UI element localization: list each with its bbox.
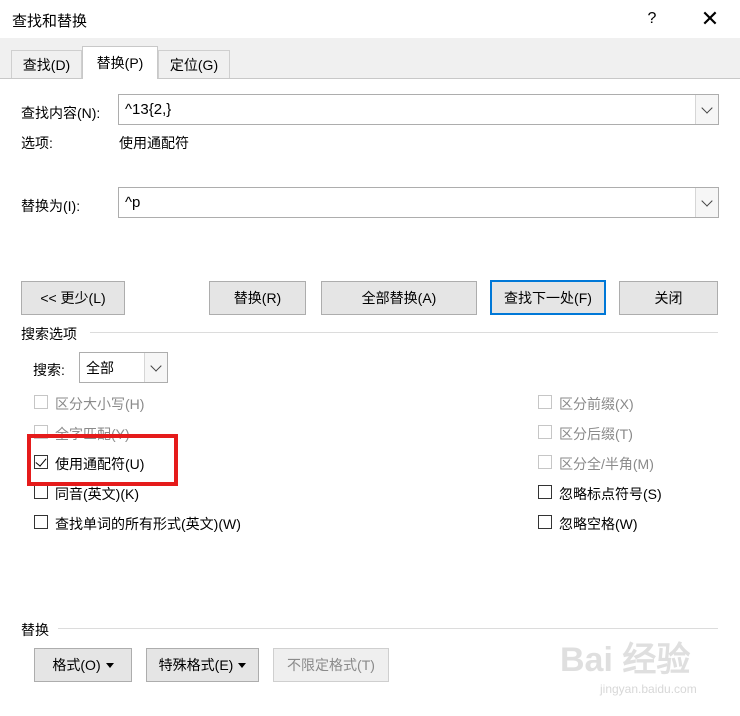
dropdown-arrow-icon [105,662,114,668]
chevron-down-icon [150,359,162,372]
ignore-punctuation-label: 忽略标点符号(S) [559,486,662,502]
close-icon[interactable]: ✕ [692,4,728,34]
search-options-divider [90,332,718,333]
replace-input[interactable]: ^p [118,187,719,218]
replace-section-header: 替换 [21,622,49,638]
tab-replace[interactable]: 替换(P) [82,46,158,79]
highlight-box [27,434,178,486]
options-value: 使用通配符 [119,135,189,151]
match-suffix-label: 区分后缀(T) [559,426,633,442]
tab-find[interactable]: 查找(D) [11,50,82,78]
replace-dropdown-button[interactable] [695,188,718,217]
find-input[interactable]: ^13{2,} [118,94,719,125]
replace-value: ^p [125,194,141,211]
match-case-label: 区分大小写(H) [55,396,145,412]
search-direction-value: 全部 [86,359,114,376]
search-direction-select[interactable]: 全部 [79,352,168,383]
word-forms-checkbox[interactable] [34,515,48,529]
tab-goto[interactable]: 定位(G) [158,50,230,78]
match-suffix-checkbox[interactable] [538,425,552,439]
watermark-logo: Bai 经验 [560,641,691,679]
search-direction-label: 搜索: [33,362,65,378]
find-value: ^13{2,} [125,101,172,118]
dropdown-arrow-icon [238,662,247,668]
replace-button[interactable]: 替换(R) [209,281,306,315]
match-prefix-label: 区分前缀(X) [559,396,634,412]
match-prefix-checkbox[interactable] [538,395,552,409]
match-case-checkbox[interactable] [34,395,48,409]
replace-all-button[interactable]: 全部替换(A) [321,281,477,315]
replace-label: 替换为(I): [21,198,81,214]
close-button[interactable]: 关闭 [619,281,718,315]
replace-section-divider [58,628,718,629]
special-label: 特殊格式(E) [158,657,234,673]
match-width-label: 区分全/半角(M) [559,456,654,472]
dialog-title: 查找和替换 [12,13,88,30]
chevron-down-icon [701,101,713,114]
no-formatting-button[interactable]: 不限定格式(T) [273,648,389,682]
find-dropdown-button[interactable] [695,95,718,124]
ignore-space-label: 忽略空格(W) [559,516,638,532]
ignore-punctuation-checkbox[interactable] [538,485,552,499]
word-forms-label: 查找单词的所有形式(英文)(W) [55,516,241,532]
sounds-like-checkbox[interactable] [34,485,48,499]
special-button[interactable]: 特殊格式(E) [146,648,259,682]
options-label: 选项: [21,135,53,151]
watermark-url: jingyan.baidu.com [600,682,697,696]
ignore-space-checkbox[interactable] [538,515,552,529]
search-options-header: 搜索选项 [21,326,77,342]
format-button[interactable]: 格式(O) [34,648,132,682]
chevron-down-icon [701,194,713,207]
sounds-like-label: 同音(英文)(K) [55,486,139,502]
format-label: 格式(O) [52,657,101,673]
find-label: 查找内容(N): [21,105,101,121]
match-width-checkbox[interactable] [538,455,552,469]
help-button[interactable]: ? [640,4,664,34]
title-bar [0,0,740,38]
less-button[interactable]: << 更少(L) [21,281,125,315]
search-direction-dropdown[interactable] [144,353,167,382]
find-next-button[interactable]: 查找下一处(F) [490,280,606,315]
